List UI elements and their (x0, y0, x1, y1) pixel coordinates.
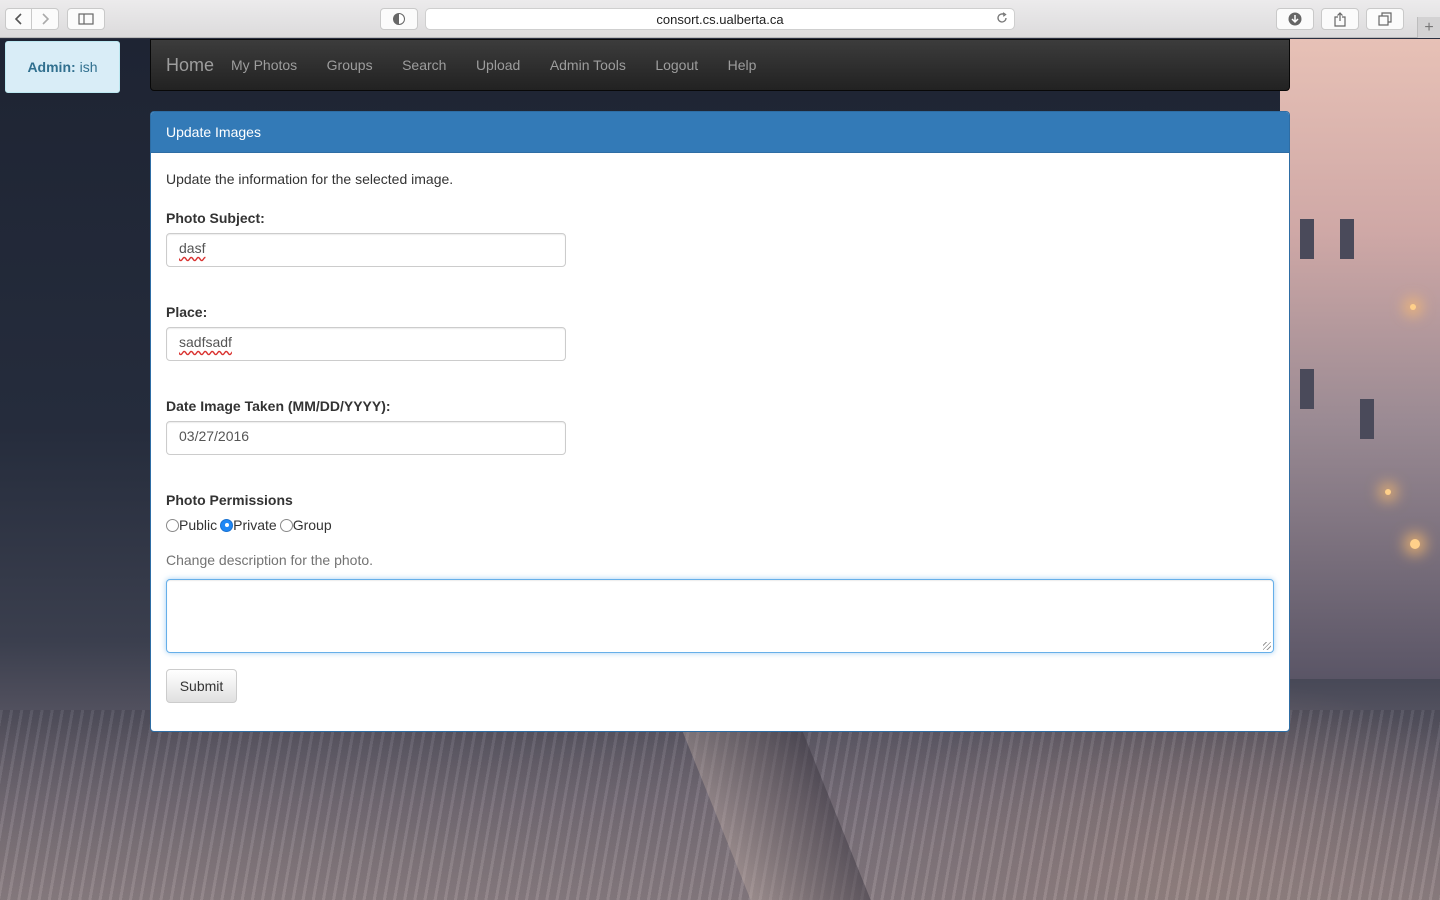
radio-private[interactable] (220, 518, 234, 532)
url-text: consort.cs.ualberta.ca (656, 11, 784, 27)
photo-subject-value: dasf (179, 240, 206, 256)
nav-search[interactable]: Search (402, 57, 446, 73)
panel-title: Update Images (151, 112, 1289, 153)
nav-logout[interactable]: Logout (655, 57, 698, 73)
shield-icon (393, 13, 405, 25)
photo-subject-input[interactable]: dasf (166, 233, 566, 267)
nav-home[interactable]: Home (166, 55, 214, 76)
description-help-text: Change description for the photo. (166, 552, 374, 568)
admin-badge: Admin: ish (5, 41, 120, 93)
permissions-label: Photo Permissions (166, 492, 293, 508)
photo-subject-label: Photo Subject: (166, 210, 265, 226)
back-button[interactable] (5, 8, 32, 30)
reload-icon[interactable] (996, 11, 1008, 27)
place-value: sadfsadf (179, 334, 232, 350)
radio-private-label: Private (233, 517, 277, 533)
nav-groups[interactable]: Groups (327, 57, 373, 73)
radio-public-label: Public (179, 517, 218, 533)
place-label: Place: (166, 304, 208, 320)
background-building (1280, 39, 1440, 679)
nav-upload[interactable]: Upload (476, 57, 520, 73)
nav-admin-tools[interactable]: Admin Tools (550, 57, 626, 73)
radio-group[interactable] (279, 518, 293, 532)
download-icon (1288, 12, 1302, 26)
tabs-overview-button[interactable] (1366, 8, 1404, 30)
chevron-left-icon (14, 13, 22, 25)
main-navbar: Home My Photos Groups Search Upload Admi… (150, 39, 1290, 91)
radio-public[interactable] (166, 518, 179, 532)
panel-intro: Update the information for the selected … (166, 171, 454, 187)
nav-help[interactable]: Help (728, 57, 757, 73)
place-input[interactable]: sadfsadf (166, 327, 566, 361)
forward-button[interactable] (32, 8, 59, 30)
browser-toolbar: consort.cs.ualberta.ca + (0, 0, 1440, 38)
date-taken-label: Date Image Taken (MM/DD/YYYY): (166, 398, 391, 414)
admin-role-label: Admin: (27, 59, 76, 75)
share-icon (1334, 11, 1346, 27)
sidebar-button[interactable] (67, 8, 105, 30)
chevron-right-icon (42, 13, 50, 25)
admin-username: ish (79, 59, 98, 75)
description-textarea[interactable] (166, 579, 1274, 653)
date-taken-input[interactable]: 03/27/2016 (166, 421, 566, 455)
update-images-panel: Update Images Update the information for… (150, 111, 1290, 732)
radio-group-label: Group (292, 517, 332, 533)
permissions-radio-group: Public Private Group (166, 517, 335, 533)
tabs-icon (1378, 12, 1392, 26)
new-tab-button[interactable]: + (1417, 17, 1440, 38)
street-lamp (1410, 539, 1420, 549)
resize-grip-icon[interactable] (1263, 642, 1271, 650)
privacy-button[interactable] (380, 8, 418, 30)
submit-button[interactable]: Submit (166, 669, 237, 703)
date-taken-value: 03/27/2016 (179, 428, 250, 444)
sidebar-icon (78, 13, 94, 25)
nav-my-photos[interactable]: My Photos (231, 57, 297, 73)
address-bar[interactable]: consort.cs.ualberta.ca (425, 8, 1015, 30)
share-button[interactable] (1321, 8, 1359, 30)
history-buttons (5, 8, 59, 30)
downloads-button[interactable] (1276, 8, 1314, 30)
